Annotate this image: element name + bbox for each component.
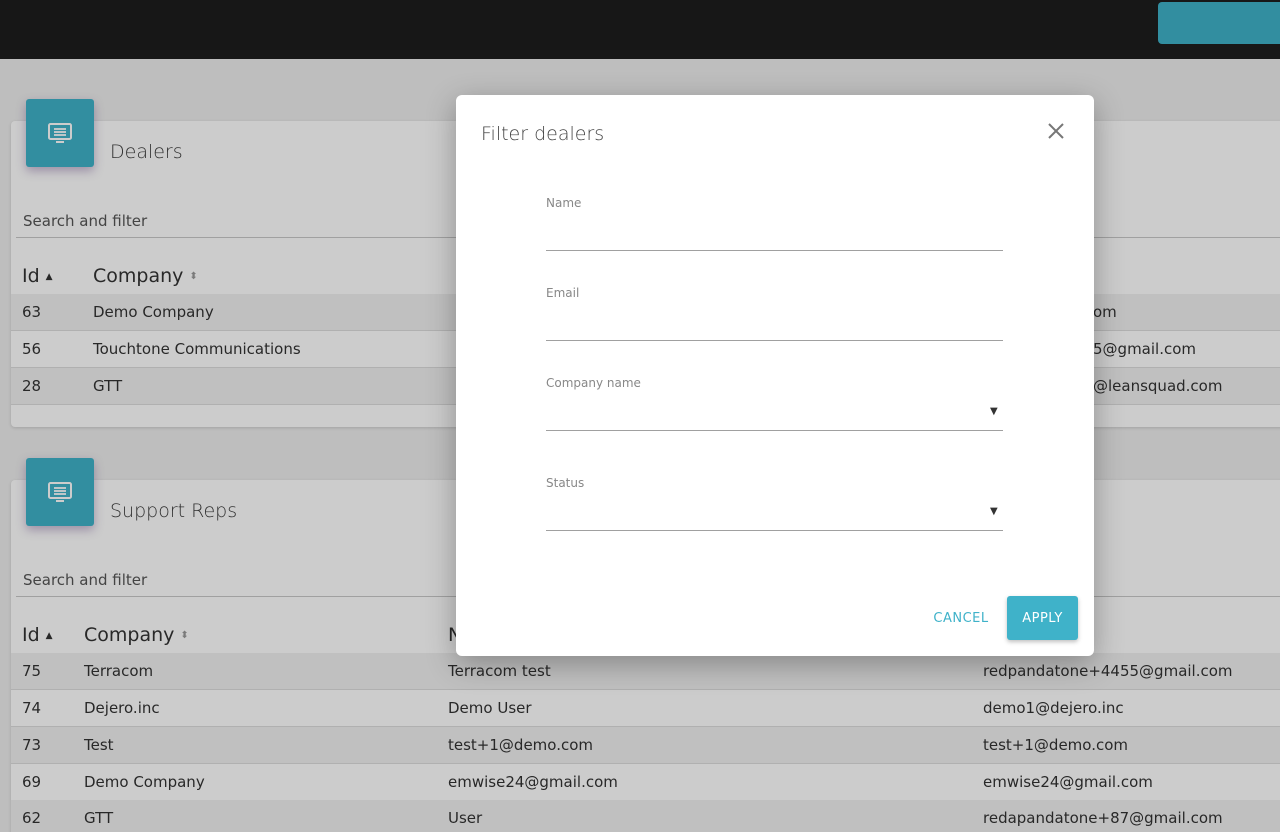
name-field[interactable] — [546, 222, 1003, 248]
status-field-label: Status — [546, 476, 585, 490]
email-field-underline — [546, 340, 1003, 341]
dropdown-arrow-icon: ▼ — [990, 506, 998, 517]
email-field[interactable] — [546, 312, 1003, 338]
status-select-underline — [546, 530, 1003, 531]
dropdown-arrow-icon: ▼ — [990, 406, 998, 417]
cancel-button[interactable]: CANCEL — [926, 596, 996, 640]
apply-button[interactable]: APPLY — [1007, 596, 1078, 640]
company-name-select-underline — [546, 430, 1003, 431]
dialog-title: Filter dealers — [481, 123, 605, 145]
company-name-field-label: Company name — [546, 376, 641, 390]
name-field-underline — [546, 250, 1003, 251]
filter-dealers-dialog: Filter dealers Name Email Company name ▼… — [456, 95, 1094, 656]
close-icon[interactable] — [1044, 119, 1068, 143]
email-field-label: Email — [546, 286, 580, 300]
company-name-select[interactable] — [546, 400, 1003, 426]
status-select[interactable] — [546, 500, 1003, 526]
name-field-label: Name — [546, 196, 582, 210]
